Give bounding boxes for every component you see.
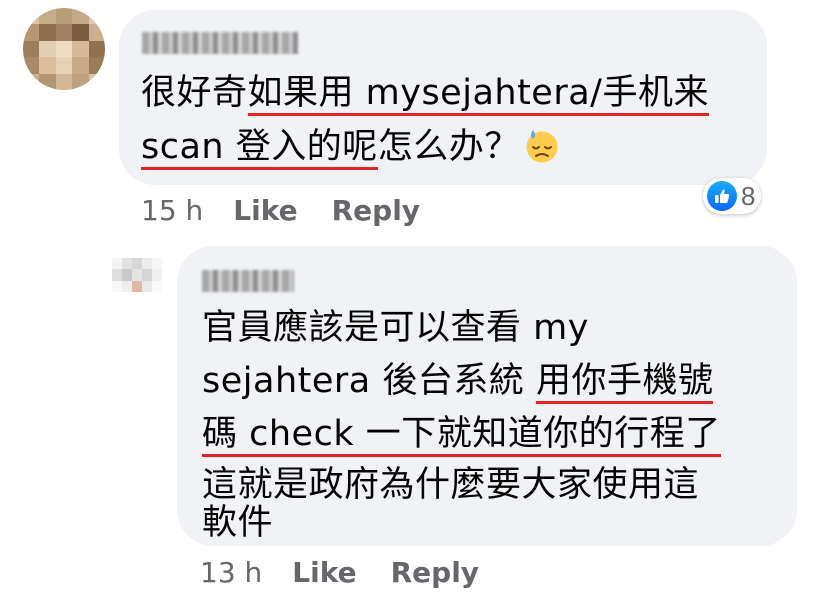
- comment-text-line: 這就是政府為什麼要大家使用這: [202, 462, 699, 508]
- like-button[interactable]: Like: [233, 194, 297, 227]
- comment-text: 軟件: [202, 503, 274, 543]
- avatar[interactable]: [23, 8, 105, 90]
- comment-text: 這就是政府為什麼要大家使用這: [202, 465, 700, 505]
- reply-button[interactable]: Reply: [391, 556, 479, 589]
- commenter-name[interactable]: [202, 270, 294, 292]
- like-button[interactable]: Like: [292, 556, 356, 589]
- comment-meta: 15 h Like Reply: [141, 194, 454, 228]
- comment-text: 很好奇: [141, 73, 248, 113]
- downcast-face-with-sweat-icon: [526, 130, 558, 163]
- comment-text-line: scan 登入的呢怎么办？: [141, 124, 560, 170]
- comment-text-line: 碼 check 一下就知道你的行程了: [202, 411, 721, 457]
- like-icon: [707, 181, 737, 211]
- comment-text: sejahtera 後台系統: [202, 361, 536, 401]
- avatar[interactable]: [112, 258, 162, 292]
- underlined-text: scan 登入的呢: [141, 127, 378, 170]
- timestamp[interactable]: 13 h: [200, 556, 262, 589]
- underlined-text: 用你手機號: [535, 361, 714, 404]
- comment-text: 官員應該是可以查看 my: [202, 308, 589, 348]
- comment-text-line: 軟件: [202, 500, 273, 546]
- comment-text: 怎么办？: [377, 127, 520, 167]
- reply-button[interactable]: Reply: [332, 194, 420, 227]
- reaction-count: 8: [741, 180, 756, 211]
- comment-text-line: 官員應該是可以查看 my: [202, 305, 589, 351]
- comment-thread: 很好奇如果用 mysejahtera/手机来 scan 登入的呢怎么办？ 15 …: [0, 0, 828, 599]
- reaction-badge[interactable]: 8: [703, 178, 762, 214]
- comment-text-line: sejahtera 後台系統 用你手機號: [202, 358, 714, 404]
- timestamp[interactable]: 15 h: [141, 194, 203, 227]
- comment-text-line: 很好奇如果用 mysejahtera/手机来: [141, 70, 709, 116]
- commenter-name[interactable]: [142, 32, 298, 54]
- underlined-text: 如果用 mysejahtera/手机来: [247, 73, 709, 116]
- underlined-text: 碼 check 一下就知道你的行程了: [202, 414, 721, 457]
- comment-meta: 13 h Like Reply: [200, 556, 513, 590]
